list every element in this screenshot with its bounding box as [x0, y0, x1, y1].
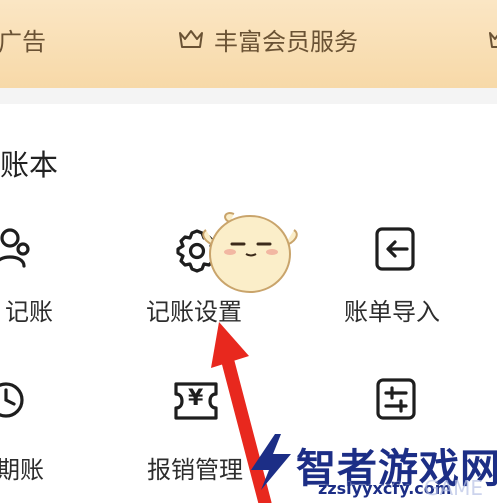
grid-label-bill-import[interactable]: 账单导入	[344, 292, 440, 327]
watermark-game-tag: GAME	[424, 476, 484, 500]
banner-ad-label: 广告	[0, 28, 46, 56]
import-icon[interactable]	[375, 226, 419, 272]
yen-symbol: ¥	[188, 386, 204, 411]
mascot-sticker	[202, 212, 298, 293]
watermark-logo	[251, 434, 291, 490]
users-icon[interactable]	[0, 226, 34, 270]
grid-label-bookkeeping[interactable]: 记账	[5, 292, 53, 327]
grid-label-period-account[interactable]: 期账	[0, 450, 44, 485]
section-title: 账本	[0, 148, 59, 182]
crown-icon	[179, 30, 203, 48]
sliders-icon[interactable]	[376, 378, 418, 422]
banner-vip-service-label: 丰富会员服务	[214, 28, 358, 56]
vip-banner[interactable]: 广告 丰富会员服务	[0, 0, 497, 88]
crown-icon	[489, 32, 497, 48]
clock-icon[interactable]	[0, 378, 28, 422]
